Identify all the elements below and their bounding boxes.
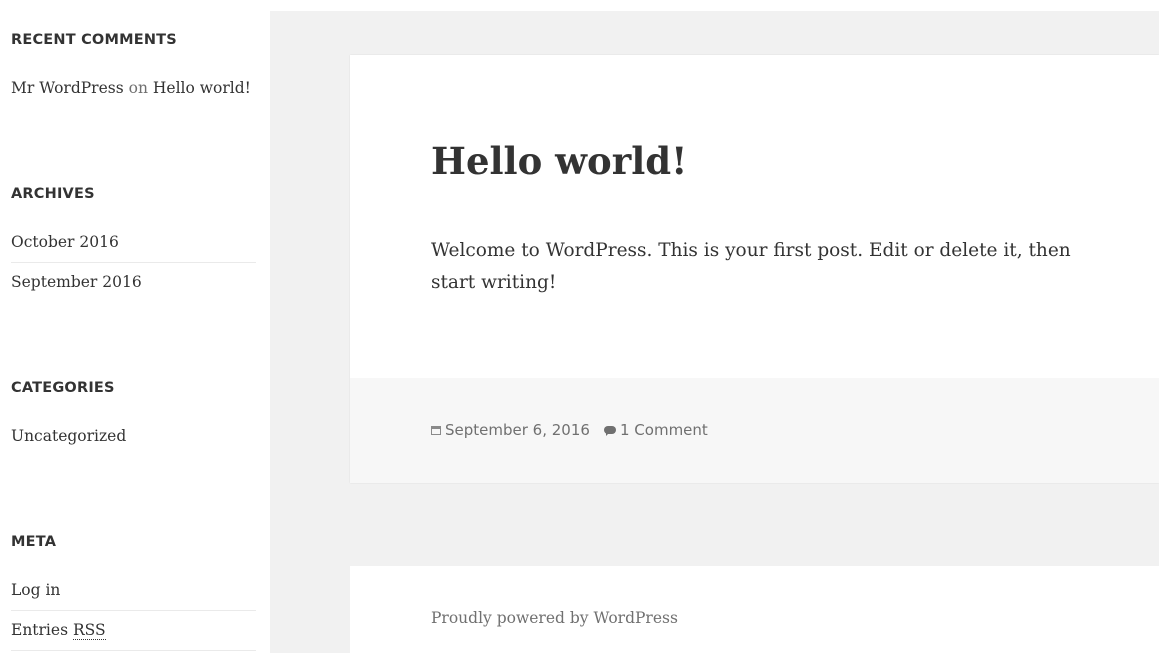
archives-title: ARCHIVES (11, 186, 95, 202)
comment-author-link[interactable]: Mr WordPress (11, 79, 124, 97)
archive-link-october-2016[interactable]: October 2016 (11, 233, 119, 251)
post-content: Welcome to WordPress. This is your first… (431, 240, 1071, 293)
post-meta-footer: September 6, 2016 1 Comment (350, 378, 1159, 483)
post-date: September 6, 2016 (431, 421, 590, 439)
sidebar: RECENT COMMENTS Mr WordPress on Hello wo… (0, 0, 270, 653)
entries-rss-link[interactable]: Entries RSS (11, 621, 106, 640)
comments-link[interactable]: 1 Comment (620, 421, 708, 439)
archive-link-september-2016[interactable]: September 2016 (11, 273, 142, 291)
entries-label: Entries (11, 621, 73, 639)
calendar-icon (431, 425, 441, 435)
rss-abbr: RSS (72, 621, 106, 640)
categories-title: CATEGORIES (11, 380, 115, 396)
login-link[interactable]: Log in (11, 581, 60, 599)
comment-post-link[interactable]: Hello world! (153, 79, 251, 97)
post-date-link[interactable]: September 6, 2016 (445, 421, 590, 439)
recent-comments-title: RECENT COMMENTS (11, 32, 177, 48)
recent-comment-item: Mr WordPress on Hello world! (11, 79, 251, 97)
comment-bubble-icon (604, 426, 616, 436)
divider (11, 610, 256, 611)
top-strip (270, 0, 1159, 11)
post-comments: 1 Comment (604, 421, 708, 439)
divider (11, 262, 256, 263)
divider (11, 650, 256, 651)
comment-connector: on (128, 79, 148, 97)
post-card: Hello world! Welcome to WordPress. This … (350, 55, 1159, 483)
meta-title: META (11, 534, 57, 550)
powered-by-link[interactable]: Proudly powered by WordPress (431, 609, 678, 627)
category-link-uncategorized[interactable]: Uncategorized (11, 427, 126, 445)
site-footer: Proudly powered by WordPress (350, 566, 1159, 653)
post-title[interactable]: Hello world! (431, 139, 687, 183)
